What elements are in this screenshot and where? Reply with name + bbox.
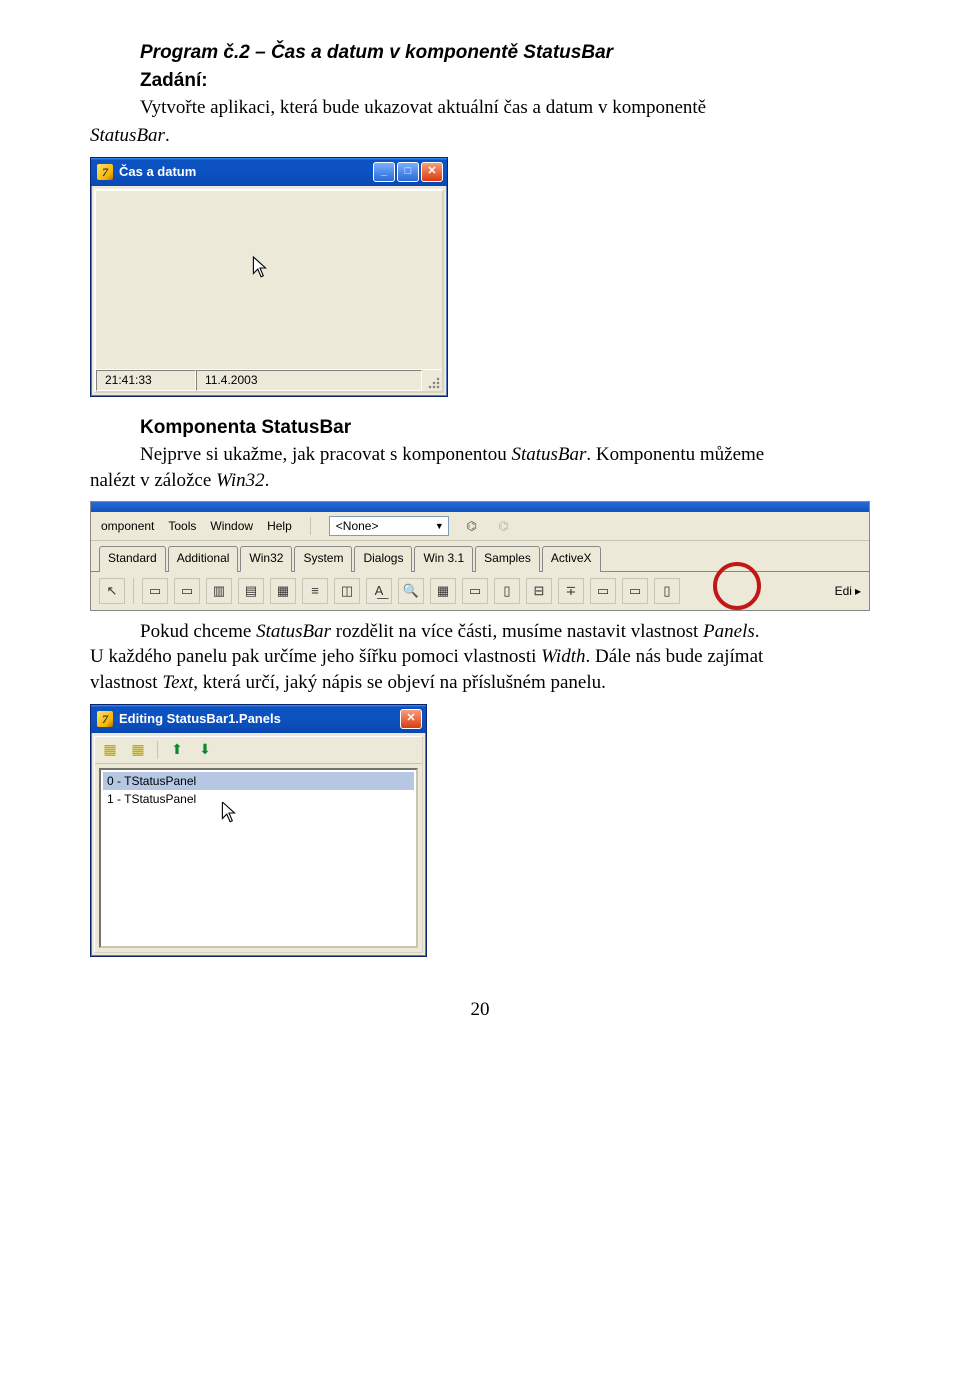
status-bar: 21:41:33 11.4.2003: [96, 369, 442, 391]
page-number: 20: [90, 997, 870, 1023]
para2-line2: nalézt v záložce Win32.: [90, 470, 269, 491]
palette-comp-17[interactable]: ▯: [654, 578, 680, 604]
para3-line1: Pokud chceme StatusBar rozdělit na více …: [90, 619, 870, 645]
app-icon: 7: [97, 711, 113, 727]
window-cas-a-datum: 7 Čas a datum _ □ ✕ 21:41:33 11.4.2003: [90, 157, 448, 397]
window-title: Čas a datum: [119, 163, 373, 181]
ide-titlebar-fragment: [91, 502, 869, 512]
statusbar-italic: StatusBar: [90, 125, 165, 146]
para2-line1: Nejprve si ukažme, jak pracovat s kompon…: [90, 442, 870, 468]
component-tabs: Standard Additional Win32 System Dialogs…: [91, 541, 869, 571]
menu-window[interactable]: Window: [210, 518, 253, 534]
palette-comp-13[interactable]: ⊟: [526, 578, 552, 604]
menu-component[interactable]: omponent: [101, 518, 154, 534]
list-item[interactable]: 0 - TStatusPanel: [103, 772, 414, 790]
tab-samples[interactable]: Samples: [475, 546, 540, 571]
palette-comp-9[interactable]: 🔍: [398, 578, 424, 604]
resize-grip-icon[interactable]: [422, 370, 442, 391]
palette-comp-12[interactable]: ▯: [494, 578, 520, 604]
ide-screenshot: omponent Tools Window Help <None> ▼ ⌬ ⌬ …: [90, 501, 870, 610]
config-combo[interactable]: <None> ▼: [329, 516, 449, 536]
window-client-area: [96, 191, 442, 369]
menu-help[interactable]: Help: [267, 518, 292, 534]
titlebar[interactable]: 7 Editing StatusBar1.Panels ✕: [91, 705, 426, 733]
add-panel-icon[interactable]: ▦: [101, 741, 119, 759]
menu-tools[interactable]: Tools: [168, 518, 196, 534]
palette-comp-1[interactable]: ▭: [142, 578, 168, 604]
maximize-button[interactable]: □: [397, 162, 419, 182]
assignment-label: Zadání:: [140, 68, 870, 94]
panels-listbox[interactable]: 0 - TStatusPanel 1 - TStatusPanel: [99, 768, 418, 948]
tab-win31[interactable]: Win 3.1: [414, 546, 473, 571]
palette-comp-11[interactable]: ▭: [462, 578, 488, 604]
move-up-icon[interactable]: ⬆: [168, 741, 186, 759]
status-panel-date: 11.4.2003: [196, 370, 422, 391]
cursor-icon: [221, 802, 237, 828]
palette-edit[interactable]: Edi▸: [835, 583, 861, 599]
para3-line2: U každého panelu pak určíme jeho šířku p…: [90, 646, 763, 667]
list-item[interactable]: 1 - TStatusPanel: [103, 790, 414, 808]
delete-panel-icon[interactable]: ▦: [129, 741, 147, 759]
tab-additional[interactable]: Additional: [168, 546, 239, 571]
palette-comp-16[interactable]: ▭: [622, 578, 648, 604]
toolbar-icon-2[interactable]: ⌬: [495, 517, 513, 535]
component-palette: ↖ ▭ ▭ ▥ ▤ ▦ ≡ ◫ A͟ 🔍 ▦ ▭ ▯ ⊟ ∓ ▭ ▭ ▯ Edi…: [91, 572, 869, 610]
palette-arrow-icon[interactable]: ↖: [99, 578, 125, 604]
tab-win32[interactable]: Win32: [240, 546, 292, 571]
tab-system[interactable]: System: [294, 546, 352, 571]
toolbar-icon-1[interactable]: ⌬: [463, 517, 481, 535]
palette-comp-8[interactable]: A͟: [366, 578, 392, 604]
move-down-icon[interactable]: ⬇: [196, 741, 214, 759]
tab-standard[interactable]: Standard: [99, 546, 166, 571]
para3-line3: vlastnost Text, která určí, jaký nápis s…: [90, 672, 606, 693]
palette-statusbar[interactable]: ▭: [590, 578, 616, 604]
config-combo-value: <None>: [336, 518, 379, 534]
window-title: Editing StatusBar1.Panels: [119, 710, 400, 728]
minimize-button[interactable]: _: [373, 162, 395, 182]
window-editing-panels: 7 Editing StatusBar1.Panels ✕ ▦ ▦ ⬆ ⬇ 0 …: [90, 704, 427, 957]
palette-comp-5[interactable]: ▦: [270, 578, 296, 604]
tab-dialogs[interactable]: Dialogs: [354, 546, 412, 571]
close-button[interactable]: ✕: [400, 709, 422, 729]
program-title: Program č.2 – Čas a datum v komponentě S…: [140, 40, 870, 66]
palette-comp-3[interactable]: ▥: [206, 578, 232, 604]
palette-comp-14[interactable]: ∓: [558, 578, 584, 604]
close-button[interactable]: ✕: [421, 162, 443, 182]
titlebar[interactable]: 7 Čas a datum _ □ ✕: [91, 158, 447, 186]
panels-toolbar: ▦ ▦ ⬆ ⬇: [95, 737, 422, 764]
palette-comp-10[interactable]: ▦: [430, 578, 456, 604]
ide-menubar: omponent Tools Window Help <None> ▼ ⌬ ⌬: [91, 512, 869, 541]
assignment-text-2: StatusBar.: [90, 123, 870, 149]
tab-activex[interactable]: ActiveX: [542, 546, 601, 571]
palette-comp-4[interactable]: ▤: [238, 578, 264, 604]
palette-comp-2[interactable]: ▭: [174, 578, 200, 604]
palette-comp-6[interactable]: ≡: [302, 578, 328, 604]
section-heading-komponenta: Komponenta StatusBar: [140, 415, 870, 441]
palette-comp-7[interactable]: ◫: [334, 578, 360, 604]
app-icon: 7: [97, 164, 113, 180]
status-panel-time: 21:41:33: [96, 370, 196, 391]
chevron-down-icon: ▼: [435, 520, 444, 532]
assignment-text-1: Vytvořte aplikaci, která bude ukazovat a…: [140, 95, 870, 121]
